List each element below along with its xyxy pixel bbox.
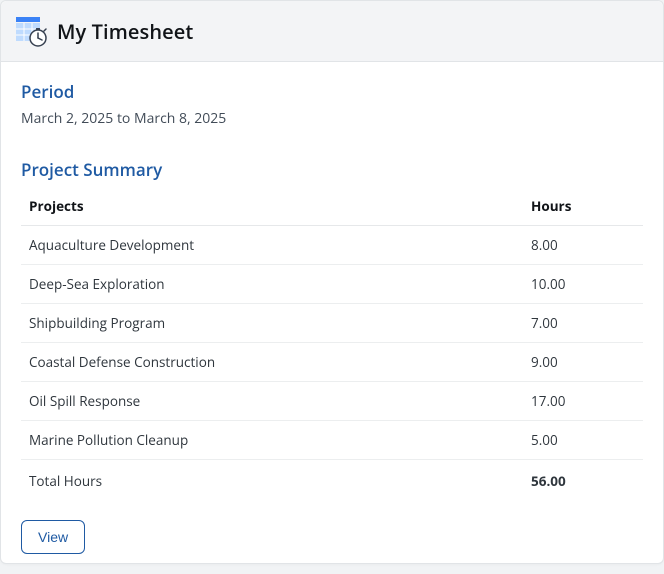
period-label: Period [21,80,643,103]
project-hours: 10.00 [523,265,643,304]
table-row: Oil Spill Response17.00 [21,382,643,421]
project-summary-label: Project Summary [21,158,643,181]
table-row: Marine Pollution Cleanup5.00 [21,421,643,460]
total-row: Total Hours 56.00 [21,460,643,501]
timesheet-icon [15,15,47,47]
col-hours: Hours [523,187,643,226]
project-hours: 5.00 [523,421,643,460]
project-name: Aquaculture Development [21,226,523,265]
project-name: Marine Pollution Cleanup [21,421,523,460]
card-header: My Timesheet [1,1,663,62]
project-name: Coastal Defense Construction [21,343,523,382]
project-name: Shipbuilding Program [21,304,523,343]
timesheet-card: My Timesheet Period March 2, 2025 to Mar… [0,0,664,564]
period-range: March 2, 2025 to March 8, 2025 [21,109,643,128]
project-name: Oil Spill Response [21,382,523,421]
total-label: Total Hours [21,460,523,501]
project-hours: 7.00 [523,304,643,343]
project-hours: 8.00 [523,226,643,265]
page-title: My Timesheet [57,18,193,45]
view-button[interactable]: View [21,520,85,554]
project-name: Deep-Sea Exploration [21,265,523,304]
project-hours: 9.00 [523,343,643,382]
total-hours: 56.00 [523,460,643,501]
table-row: Deep-Sea Exploration10.00 [21,265,643,304]
col-projects: Projects [21,187,523,226]
project-hours: 17.00 [523,382,643,421]
table-row: Aquaculture Development8.00 [21,226,643,265]
table-row: Shipbuilding Program7.00 [21,304,643,343]
table-row: Coastal Defense Construction9.00 [21,343,643,382]
project-summary-table: Projects Hours Aquaculture Development8.… [21,187,643,500]
card-body: Period March 2, 2025 to March 8, 2025 Pr… [1,62,663,574]
